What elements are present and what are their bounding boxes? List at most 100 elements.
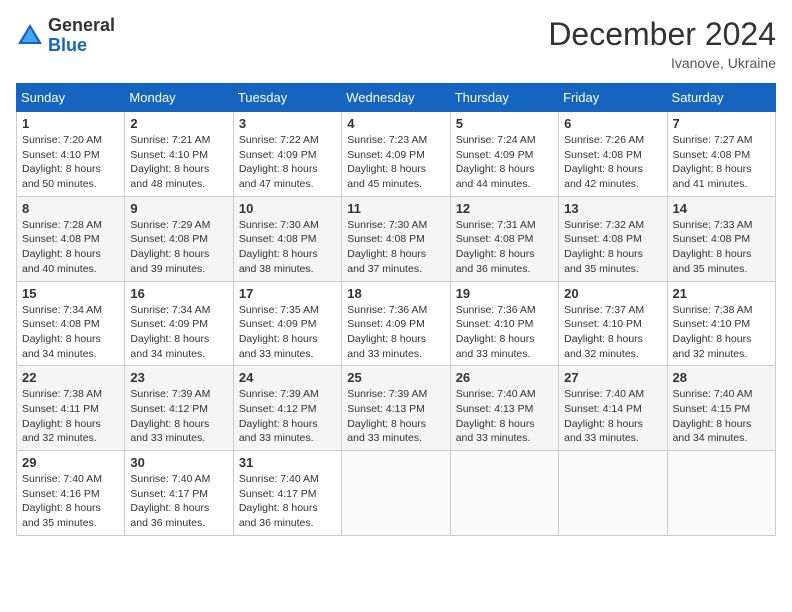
cell-info: Sunrise: 7:24 AMSunset: 4:09 PMDaylight:… xyxy=(456,133,553,192)
weekday-header: Tuesday xyxy=(233,84,341,112)
day-number: 28 xyxy=(673,370,770,385)
calendar-cell: 2 Sunrise: 7:21 AMSunset: 4:10 PMDayligh… xyxy=(125,112,233,197)
day-number: 10 xyxy=(239,201,336,216)
cell-info: Sunrise: 7:39 AMSunset: 4:12 PMDaylight:… xyxy=(130,387,227,446)
calendar-cell: 12 Sunrise: 7:31 AMSunset: 4:08 PMDaylig… xyxy=(450,196,558,281)
cell-info: Sunrise: 7:34 AMSunset: 4:09 PMDaylight:… xyxy=(130,303,227,362)
cell-info: Sunrise: 7:40 AMSunset: 4:13 PMDaylight:… xyxy=(456,387,553,446)
day-number: 20 xyxy=(564,286,661,301)
calendar-week-row: 1 Sunrise: 7:20 AMSunset: 4:10 PMDayligh… xyxy=(17,112,776,197)
calendar-cell xyxy=(342,451,450,536)
calendar-cell: 15 Sunrise: 7:34 AMSunset: 4:08 PMDaylig… xyxy=(17,281,125,366)
calendar-header-row: SundayMondayTuesdayWednesdayThursdayFrid… xyxy=(17,84,776,112)
calendar-cell: 29 Sunrise: 7:40 AMSunset: 4:16 PMDaylig… xyxy=(17,451,125,536)
calendar-cell: 23 Sunrise: 7:39 AMSunset: 4:12 PMDaylig… xyxy=(125,366,233,451)
cell-info: Sunrise: 7:38 AMSunset: 4:10 PMDaylight:… xyxy=(673,303,770,362)
calendar-body: 1 Sunrise: 7:20 AMSunset: 4:10 PMDayligh… xyxy=(17,112,776,536)
day-number: 23 xyxy=(130,370,227,385)
day-number: 24 xyxy=(239,370,336,385)
day-number: 2 xyxy=(130,116,227,131)
calendar-cell: 22 Sunrise: 7:38 AMSunset: 4:11 PMDaylig… xyxy=(17,366,125,451)
day-number: 16 xyxy=(130,286,227,301)
day-number: 31 xyxy=(239,455,336,470)
calendar-cell: 1 Sunrise: 7:20 AMSunset: 4:10 PMDayligh… xyxy=(17,112,125,197)
day-number: 15 xyxy=(22,286,119,301)
calendar-cell: 30 Sunrise: 7:40 AMSunset: 4:17 PMDaylig… xyxy=(125,451,233,536)
calendar-cell: 16 Sunrise: 7:34 AMSunset: 4:09 PMDaylig… xyxy=(125,281,233,366)
cell-info: Sunrise: 7:40 AMSunset: 4:16 PMDaylight:… xyxy=(22,472,119,531)
cell-info: Sunrise: 7:36 AMSunset: 4:10 PMDaylight:… xyxy=(456,303,553,362)
cell-info: Sunrise: 7:27 AMSunset: 4:08 PMDaylight:… xyxy=(673,133,770,192)
day-number: 26 xyxy=(456,370,553,385)
day-number: 6 xyxy=(564,116,661,131)
day-number: 11 xyxy=(347,201,444,216)
cell-info: Sunrise: 7:29 AMSunset: 4:08 PMDaylight:… xyxy=(130,218,227,277)
calendar-cell: 3 Sunrise: 7:22 AMSunset: 4:09 PMDayligh… xyxy=(233,112,341,197)
cell-info: Sunrise: 7:30 AMSunset: 4:08 PMDaylight:… xyxy=(239,218,336,277)
calendar-cell xyxy=(450,451,558,536)
cell-info: Sunrise: 7:38 AMSunset: 4:11 PMDaylight:… xyxy=(22,387,119,446)
title-block: December 2024 Ivanove, Ukraine xyxy=(548,16,776,71)
day-number: 30 xyxy=(130,455,227,470)
logo-text: General Blue xyxy=(48,16,115,56)
calendar-cell: 8 Sunrise: 7:28 AMSunset: 4:08 PMDayligh… xyxy=(17,196,125,281)
day-number: 14 xyxy=(673,201,770,216)
cell-info: Sunrise: 7:30 AMSunset: 4:08 PMDaylight:… xyxy=(347,218,444,277)
cell-info: Sunrise: 7:35 AMSunset: 4:09 PMDaylight:… xyxy=(239,303,336,362)
calendar-cell: 20 Sunrise: 7:37 AMSunset: 4:10 PMDaylig… xyxy=(559,281,667,366)
weekday-header: Thursday xyxy=(450,84,558,112)
cell-info: Sunrise: 7:23 AMSunset: 4:09 PMDaylight:… xyxy=(347,133,444,192)
day-number: 12 xyxy=(456,201,553,216)
day-number: 1 xyxy=(22,116,119,131)
weekday-header: Saturday xyxy=(667,84,775,112)
calendar-cell: 11 Sunrise: 7:30 AMSunset: 4:08 PMDaylig… xyxy=(342,196,450,281)
cell-info: Sunrise: 7:39 AMSunset: 4:13 PMDaylight:… xyxy=(347,387,444,446)
weekday-header: Sunday xyxy=(17,84,125,112)
page-header: General Blue December 2024 Ivanove, Ukra… xyxy=(16,16,776,71)
cell-info: Sunrise: 7:20 AMSunset: 4:10 PMDaylight:… xyxy=(22,133,119,192)
day-number: 19 xyxy=(456,286,553,301)
month-title: December 2024 xyxy=(548,16,776,53)
calendar-cell: 7 Sunrise: 7:27 AMSunset: 4:08 PMDayligh… xyxy=(667,112,775,197)
calendar-cell: 21 Sunrise: 7:38 AMSunset: 4:10 PMDaylig… xyxy=(667,281,775,366)
day-number: 7 xyxy=(673,116,770,131)
calendar-cell xyxy=(559,451,667,536)
cell-info: Sunrise: 7:40 AMSunset: 4:14 PMDaylight:… xyxy=(564,387,661,446)
cell-info: Sunrise: 7:26 AMSunset: 4:08 PMDaylight:… xyxy=(564,133,661,192)
logo-icon xyxy=(16,22,44,50)
calendar-cell: 26 Sunrise: 7:40 AMSunset: 4:13 PMDaylig… xyxy=(450,366,558,451)
calendar-cell: 17 Sunrise: 7:35 AMSunset: 4:09 PMDaylig… xyxy=(233,281,341,366)
day-number: 8 xyxy=(22,201,119,216)
day-number: 9 xyxy=(130,201,227,216)
day-number: 13 xyxy=(564,201,661,216)
cell-info: Sunrise: 7:28 AMSunset: 4:08 PMDaylight:… xyxy=(22,218,119,277)
cell-info: Sunrise: 7:21 AMSunset: 4:10 PMDaylight:… xyxy=(130,133,227,192)
day-number: 22 xyxy=(22,370,119,385)
calendar-cell: 6 Sunrise: 7:26 AMSunset: 4:08 PMDayligh… xyxy=(559,112,667,197)
calendar-cell: 27 Sunrise: 7:40 AMSunset: 4:14 PMDaylig… xyxy=(559,366,667,451)
day-number: 29 xyxy=(22,455,119,470)
calendar-cell: 14 Sunrise: 7:33 AMSunset: 4:08 PMDaylig… xyxy=(667,196,775,281)
cell-info: Sunrise: 7:33 AMSunset: 4:08 PMDaylight:… xyxy=(673,218,770,277)
calendar-cell: 28 Sunrise: 7:40 AMSunset: 4:15 PMDaylig… xyxy=(667,366,775,451)
cell-info: Sunrise: 7:34 AMSunset: 4:08 PMDaylight:… xyxy=(22,303,119,362)
cell-info: Sunrise: 7:40 AMSunset: 4:17 PMDaylight:… xyxy=(130,472,227,531)
calendar-cell xyxy=(667,451,775,536)
calendar-table: SundayMondayTuesdayWednesdayThursdayFrid… xyxy=(16,83,776,536)
calendar-cell: 31 Sunrise: 7:40 AMSunset: 4:17 PMDaylig… xyxy=(233,451,341,536)
calendar-cell: 9 Sunrise: 7:29 AMSunset: 4:08 PMDayligh… xyxy=(125,196,233,281)
calendar-week-row: 29 Sunrise: 7:40 AMSunset: 4:16 PMDaylig… xyxy=(17,451,776,536)
calendar-cell: 10 Sunrise: 7:30 AMSunset: 4:08 PMDaylig… xyxy=(233,196,341,281)
cell-info: Sunrise: 7:31 AMSunset: 4:08 PMDaylight:… xyxy=(456,218,553,277)
cell-info: Sunrise: 7:32 AMSunset: 4:08 PMDaylight:… xyxy=(564,218,661,277)
day-number: 21 xyxy=(673,286,770,301)
day-number: 4 xyxy=(347,116,444,131)
day-number: 25 xyxy=(347,370,444,385)
cell-info: Sunrise: 7:36 AMSunset: 4:09 PMDaylight:… xyxy=(347,303,444,362)
calendar-week-row: 8 Sunrise: 7:28 AMSunset: 4:08 PMDayligh… xyxy=(17,196,776,281)
weekday-header: Wednesday xyxy=(342,84,450,112)
logo: General Blue xyxy=(16,16,115,56)
calendar-week-row: 15 Sunrise: 7:34 AMSunset: 4:08 PMDaylig… xyxy=(17,281,776,366)
cell-info: Sunrise: 7:22 AMSunset: 4:09 PMDaylight:… xyxy=(239,133,336,192)
calendar-cell: 18 Sunrise: 7:36 AMSunset: 4:09 PMDaylig… xyxy=(342,281,450,366)
